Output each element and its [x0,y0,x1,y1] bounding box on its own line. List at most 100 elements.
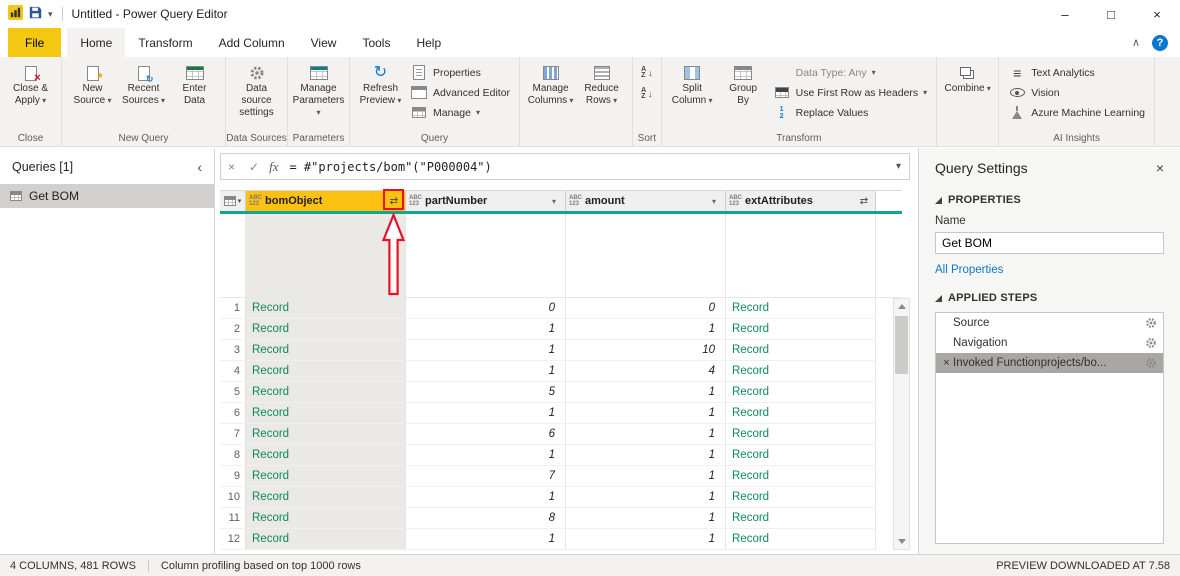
grid-cell[interactable]: 1 [566,319,726,340]
grid-cell[interactable]: Record [246,319,406,340]
save-icon[interactable] [29,6,42,22]
row-number[interactable]: 2 [220,319,246,340]
row-number[interactable]: 6 [220,403,246,424]
split-column-button[interactable]: Split Column ▾ [667,59,718,107]
row-number[interactable]: 3 [220,340,246,361]
delete-step-icon[interactable]: × [940,357,953,369]
record-link[interactable]: Record [252,428,289,440]
grid-cell[interactable]: Record [246,508,406,529]
tab-file[interactable]: File [8,28,61,57]
column-type-icon[interactable]: ABC123 [409,195,422,207]
grid-cell[interactable]: 1 [566,382,726,403]
grid-cell[interactable]: 0 [566,298,726,319]
properties-button[interactable]: Properties [406,63,514,82]
record-link[interactable]: Record [252,491,289,503]
grid-cell[interactable]: Record [246,403,406,424]
applied-steps-section-header[interactable]: APPLIED STEPS [935,292,1164,304]
query-item-get-bom[interactable]: Get BOM [0,184,214,208]
record-link[interactable]: Record [252,344,289,356]
collapse-ribbon-icon[interactable]: ∧ [1132,36,1140,49]
record-link[interactable]: Record [732,323,769,335]
grid-cell[interactable]: Record [726,508,876,529]
minimize-button[interactable]: – [1042,0,1088,28]
properties-section-header[interactable]: PROPERTIES [935,194,1164,206]
sort-ascending-button[interactable]: AZ↓ [638,64,656,82]
sort-descending-button[interactable]: AZ↓ [638,85,656,103]
refresh-preview-button[interactable]: ↻Refresh Preview ▾ [355,59,406,107]
grid-cell[interactable]: Record [726,319,876,340]
grid-cell[interactable]: 1 [406,445,566,466]
row-number[interactable]: 7 [220,424,246,445]
maximize-button[interactable]: □ [1088,0,1134,28]
grid-cell[interactable]: 4 [566,361,726,382]
grid-cell[interactable]: 1 [566,487,726,508]
query-name-input[interactable] [935,232,1164,254]
text-analytics-button[interactable]: ≡Text Analytics [1004,63,1149,82]
reduce-rows-button[interactable]: Reduce Rows ▾ [576,59,627,107]
row-number[interactable]: 10 [220,487,246,508]
grid-cell[interactable]: 10 [566,340,726,361]
grid-cell[interactable]: Record [246,340,406,361]
grid-cell[interactable]: 1 [406,340,566,361]
data-source-settings-button[interactable]: Data source settings [231,59,282,119]
collapse-pane-icon[interactable]: ‹ [197,159,202,175]
grid-cell[interactable]: 1 [566,529,726,550]
combine-button[interactable]: Combine ▾ [942,59,993,95]
grid-cell[interactable]: Record [246,361,406,382]
group-by-button[interactable]: Group By [718,59,769,107]
grid-cell[interactable]: Record [726,445,876,466]
formula-cancel-icon[interactable]: × [221,160,242,174]
record-link[interactable]: Record [732,491,769,503]
use-first-row-as-headers-button[interactable]: Use First Row as Headers▾ [769,83,932,102]
record-link[interactable]: Record [732,470,769,482]
grid-cell[interactable]: 1 [566,466,726,487]
step-settings-gear-icon[interactable] [1145,357,1157,369]
formula-expand-icon[interactable]: ▾ [888,161,909,172]
record-link[interactable]: Record [732,428,769,440]
advanced-editor-button[interactable]: Advanced Editor [406,83,514,102]
data-type-any-button[interactable]: Data Type: Any▾ [769,63,932,82]
close-apply-button[interactable]: ×Close & Apply ▾ [5,59,56,107]
row-number[interactable]: 9 [220,466,246,487]
scroll-up-icon[interactable] [894,299,909,314]
grid-cell[interactable]: 5 [406,382,566,403]
record-link[interactable]: Record [252,512,289,524]
scroll-down-icon[interactable] [894,534,909,549]
grid-cell[interactable]: 6 [406,424,566,445]
record-link[interactable]: Record [732,533,769,545]
enter-data-button[interactable]: Enter Data [169,59,220,107]
record-link[interactable]: Record [732,449,769,461]
step-settings-gear-icon[interactable] [1145,317,1157,329]
grid-cell[interactable]: 7 [406,466,566,487]
recent-sources-button[interactable]: ↻Recent Sources ▾ [118,59,169,107]
column-header-partNumber[interactable]: ABC123partNumber▾ [406,191,566,211]
expand-column-icon[interactable]: ⇄ [856,196,872,207]
grid-cell[interactable]: 8 [406,508,566,529]
row-number[interactable]: 5 [220,382,246,403]
record-link[interactable]: Record [732,407,769,419]
grid-cell[interactable]: 1 [406,487,566,508]
manage-columns-button[interactable]: Manage Columns ▾ [525,59,576,107]
grid-cell[interactable]: 1 [406,403,566,424]
tab-home[interactable]: Home [67,28,125,57]
grid-cell[interactable]: 1 [566,508,726,529]
grid-cell[interactable]: Record [246,424,406,445]
applied-step-invoked-functionprojects-bo[interactable]: ×Invoked Functionprojects/bo... [936,353,1163,373]
grid-cell[interactable]: Record [246,382,406,403]
row-number[interactable]: 1 [220,298,246,319]
azure-machine-learning-button[interactable]: Azure Machine Learning [1004,103,1149,122]
grid-cell[interactable]: Record [246,487,406,508]
grid-cell[interactable]: Record [726,403,876,424]
grid-cell[interactable]: 1 [406,361,566,382]
tab-tools[interactable]: Tools [349,28,403,57]
column-type-icon[interactable]: ABC123 [729,195,742,207]
row-number[interactable]: 8 [220,445,246,466]
record-link[interactable]: Record [252,470,289,482]
grid-cell[interactable]: 1 [406,319,566,340]
filter-dropdown-icon[interactable]: ▾ [546,197,562,206]
column-header-amount[interactable]: ABC123amount▾ [566,191,726,211]
record-link[interactable]: Record [732,344,769,356]
formula-commit-icon[interactable]: ✓ [242,160,266,174]
grid-cell[interactable]: Record [726,340,876,361]
grid-cell[interactable]: 1 [566,403,726,424]
